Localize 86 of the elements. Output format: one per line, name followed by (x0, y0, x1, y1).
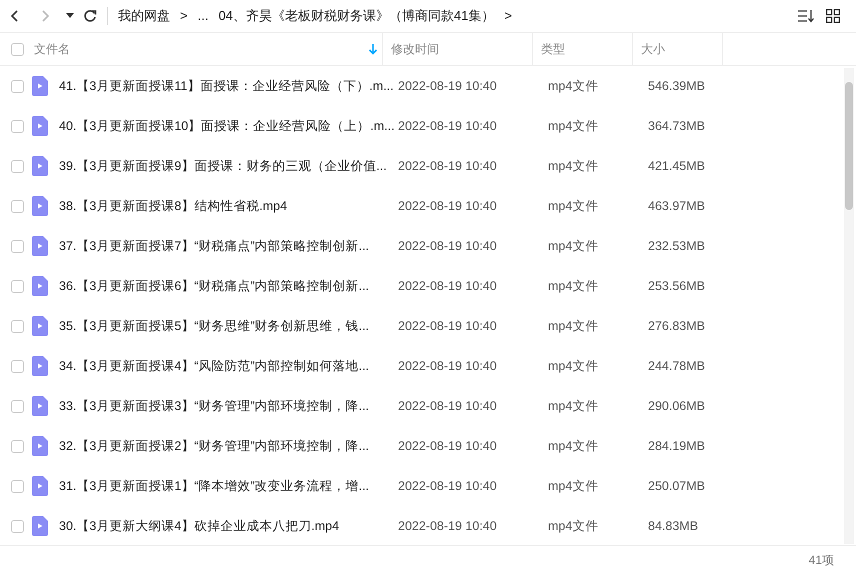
checkbox[interactable] (10, 440, 24, 452)
file-size: 244.78MB (647, 358, 706, 375)
checkbox[interactable] (10, 360, 24, 372)
breadcrumb-item[interactable]: > (180, 6, 188, 26)
file-name[interactable]: 31.【3月更新面授课1】“降本增效”改变业务流程，增... (59, 476, 390, 496)
file-name[interactable]: 37.【3月更新面授课7】“财税痛点”内部策略控制创新... (59, 236, 390, 256)
modified-time: 2022-08-19 10:40 (397, 478, 498, 495)
file-type: mp4文件 (547, 478, 600, 495)
checkbox[interactable] (10, 42, 24, 56)
checkbox[interactable] (10, 400, 24, 412)
sort-descending-icon[interactable] (368, 43, 378, 55)
modified-time: 2022-08-19 10:40 (397, 398, 498, 415)
file-name[interactable]: 38.【3月更新面授课8】结构性省税.mp4 (59, 196, 390, 216)
modified-time: 2022-08-19 10:40 (397, 358, 498, 375)
breadcrumb-item[interactable]: > (504, 6, 512, 26)
video-file-icon (32, 156, 48, 176)
file-size: 421.45MB (647, 158, 706, 175)
checkbox[interactable] (10, 240, 24, 252)
checkbox[interactable] (10, 480, 24, 492)
file-name[interactable]: 32.【3月更新面授课2】“财务管理”内部环境控制，降... (59, 436, 390, 456)
video-file-icon (32, 76, 48, 96)
checkbox[interactable] (10, 200, 24, 212)
file-size: 364.73MB (647, 118, 706, 135)
file-size: 250.07MB (647, 478, 706, 495)
file-size: 463.97MB (647, 198, 706, 215)
modified-time: 2022-08-19 10:40 (397, 198, 498, 215)
grid-view-icon[interactable] (826, 9, 840, 23)
modified-time: 2022-08-19 10:40 (397, 158, 498, 175)
modified-time: 2022-08-19 10:40 (397, 518, 498, 535)
column-header[interactable]: 文件名 (30, 33, 382, 65)
video-file-icon (32, 476, 48, 496)
modified-time: 2022-08-19 10:40 (397, 318, 498, 335)
scrollbar[interactable] (844, 68, 854, 544)
checkbox[interactable] (10, 120, 24, 132)
modified-time: 2022-08-19 10:40 (397, 278, 498, 295)
breadcrumb-item[interactable]: ... (198, 6, 208, 26)
file-type: mp4文件 (547, 358, 600, 375)
video-file-icon (32, 396, 48, 416)
file-type: mp4文件 (547, 238, 600, 255)
file-size: 276.83MB (647, 318, 706, 335)
sort-icon[interactable] (797, 9, 814, 23)
column-header[interactable]: 大小 (632, 33, 722, 65)
video-file-icon (32, 116, 48, 136)
breadcrumb-item[interactable]: 04、齐昊《老板财税财务课》（博商同款41集） (218, 6, 494, 26)
video-file-icon (32, 316, 48, 336)
file-name[interactable]: 33.【3月更新面授课3】“财务管理”内部环境控制，降... (59, 396, 390, 416)
video-file-icon (32, 516, 48, 536)
video-file-icon (32, 356, 48, 376)
refresh-icon[interactable] (83, 9, 97, 23)
file-size: 284.19MB (647, 438, 706, 455)
file-name[interactable]: 41.【3月更新面授课11】面授课：企业经营风险（下）.m... (59, 76, 390, 96)
file-size: 232.53MB (647, 238, 706, 255)
dropdown-caret-icon[interactable] (66, 13, 74, 19)
file-type: mp4文件 (547, 158, 600, 175)
video-file-icon (32, 196, 48, 216)
file-name[interactable]: 35.【3月更新面授课5】“财务思维”财务创新思维，钱... (59, 316, 390, 336)
file-size: 84.83MB (647, 518, 700, 535)
file-name[interactable]: 36.【3月更新面授课6】“财税痛点”内部策略控制创新... (59, 276, 390, 296)
file-type: mp4文件 (547, 438, 600, 455)
file-type: mp4文件 (547, 198, 600, 215)
video-file-icon (32, 436, 48, 456)
file-type: mp4文件 (547, 118, 600, 135)
item-count: 41项 (808, 552, 834, 569)
file-type: mp4文件 (547, 398, 600, 415)
video-file-icon (32, 236, 48, 256)
modified-time: 2022-08-19 10:40 (397, 438, 498, 455)
checkbox[interactable] (10, 280, 24, 292)
checkbox[interactable] (10, 80, 24, 92)
file-type: mp4文件 (547, 278, 600, 295)
file-size: 546.39MB (647, 78, 706, 95)
checkbox[interactable] (10, 520, 24, 532)
checkbox[interactable] (10, 160, 24, 172)
column-header[interactable]: 修改时间 (382, 33, 532, 65)
modified-time: 2022-08-19 10:40 (397, 238, 498, 255)
file-name[interactable]: 39.【3月更新面授课9】面授课：财务的三观（企业价值... (59, 156, 390, 176)
column-header[interactable]: 类型 (532, 33, 632, 65)
file-size: 290.06MB (647, 398, 706, 415)
file-type: mp4文件 (547, 518, 600, 535)
file-name[interactable]: 30.【3月更新大纲课4】砍掉企业成本八把刀.mp4 (59, 516, 390, 536)
checkbox[interactable] (10, 320, 24, 332)
file-name[interactable]: 34.【3月更新面授课4】“风险防范”内部控制如何落地... (59, 356, 390, 376)
file-type: mp4文件 (547, 78, 600, 95)
video-file-icon (32, 276, 48, 296)
breadcrumb-item[interactable]: 我的网盘 (118, 6, 170, 26)
file-type: mp4文件 (547, 318, 600, 335)
file-size: 253.56MB (647, 278, 706, 295)
